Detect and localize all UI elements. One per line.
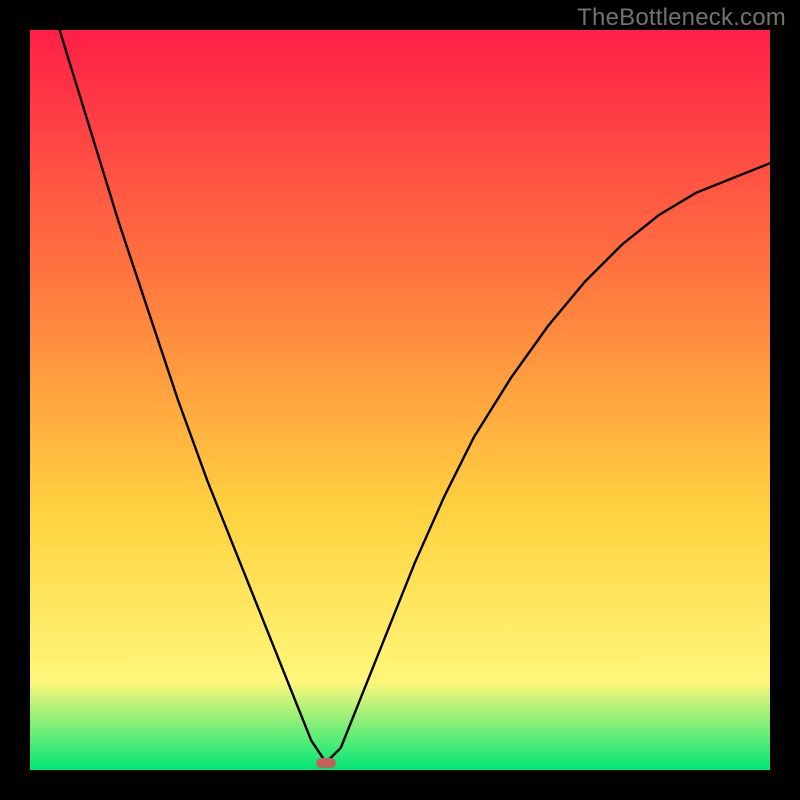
watermark-text: TheBottleneck.com (577, 4, 786, 32)
plot-area (30, 30, 770, 770)
chart-svg (30, 30, 770, 770)
gradient-background (30, 30, 770, 770)
minimum-marker (316, 758, 336, 768)
chart-frame: TheBottleneck.com (0, 0, 800, 800)
